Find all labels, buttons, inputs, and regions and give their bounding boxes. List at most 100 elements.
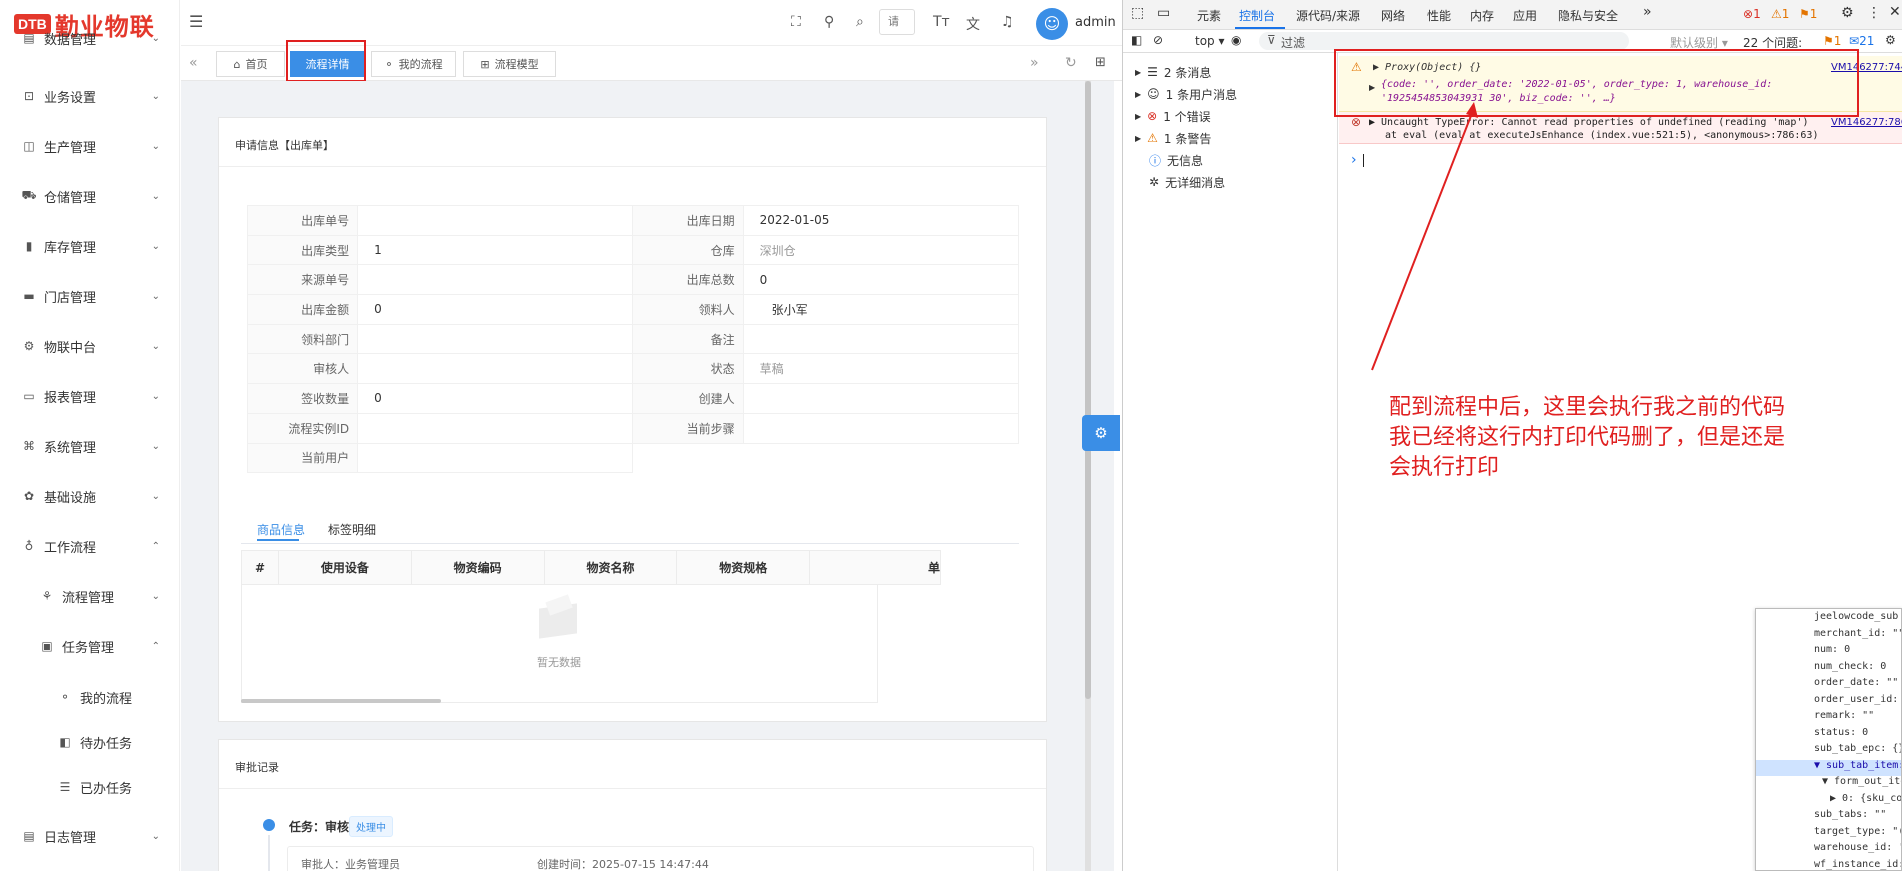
production-icon: ◫ xyxy=(23,139,35,153)
search-icon[interactable]: ⌕ xyxy=(856,14,864,30)
sidebar-item-data[interactable]: ▤ 数据管理 ⌄ xyxy=(0,28,179,48)
more-options-icon[interactable]: ⋮ xyxy=(1867,5,1881,21)
field-label: 出库类型 xyxy=(246,234,359,266)
filter-messages[interactable]: ▶ ☰ 2 条消息 xyxy=(1135,62,1211,82)
field-value xyxy=(357,264,634,296)
sidebar-item-my-flow[interactable]: ⚬ 我的流程 xyxy=(0,677,179,717)
sidebar-item-store[interactable]: ▬ 门店管理 ⌄ xyxy=(0,276,179,316)
username[interactable]: admin xyxy=(1075,15,1116,30)
font-size-icon[interactable]: Tт xyxy=(933,14,950,30)
clear-console-icon[interactable]: ⊘ xyxy=(1153,33,1163,47)
expand-icon: ▶ xyxy=(1135,89,1142,99)
tab-flow-model[interactable]: ⊞ 流程模型 xyxy=(463,51,556,77)
devtools-tab-memory[interactable]: 内存 xyxy=(1470,7,1494,24)
context-select[interactable]: top ▾ xyxy=(1195,34,1225,48)
filter-user-messages[interactable]: ▶ ☺ 1 条用户消息 xyxy=(1135,84,1237,104)
filter-verbose[interactable]: ✲ 无详细消息 xyxy=(1149,172,1225,192)
inspect-icon[interactable]: ⬚ xyxy=(1131,5,1144,21)
approver: 审批人：业务管理员 xyxy=(301,858,400,871)
sidebar-item-label: 报表管理 xyxy=(44,390,97,406)
property-line: order_date: "" xyxy=(1814,677,1899,688)
bell-icon[interactable]: ♫ xyxy=(1001,14,1014,30)
sidebar-item-task-manage[interactable]: ▣ 任务管理 ⌃ xyxy=(0,626,179,666)
translate-icon[interactable]: 文 xyxy=(966,14,980,34)
sidebar-toggle-icon[interactable]: ◧ xyxy=(1131,33,1142,47)
tab-goods-info[interactable]: 商品信息 xyxy=(257,521,305,538)
issues-error-count: 1 xyxy=(1833,34,1842,48)
tab-label-detail[interactable]: 标签明细 xyxy=(328,521,376,538)
devtools-tab-performance[interactable]: 性能 xyxy=(1427,7,1451,24)
gear-icon[interactable]: ⚙ xyxy=(1841,5,1854,21)
sidebar-item-infra[interactable]: ✿ 基础设施 ⌄ xyxy=(0,476,179,516)
sidebar-item-log[interactable]: ▤ 日志管理 ⌄ xyxy=(0,816,179,856)
devtools-tab-application[interactable]: 应用 xyxy=(1513,7,1537,24)
error-count-badge: ⊗1 xyxy=(1743,7,1761,21)
field-label: 仓库 xyxy=(632,234,744,266)
field-value xyxy=(357,412,634,444)
filter-warnings[interactable]: ▶ ⚠ 1 条警告 xyxy=(1135,128,1211,148)
field-value: 0 xyxy=(357,294,634,325)
vertical-scrollbar[interactable] xyxy=(1085,81,1091,699)
sidebar-item-todo[interactable]: ◧ 待办任务 xyxy=(0,722,179,762)
sidebar-item-system[interactable]: ⌘ 系统管理 ⌄ xyxy=(0,426,179,466)
tab-home[interactable]: ⌂ 首页 xyxy=(216,51,285,77)
sidebar-item-label: 库存管理 xyxy=(44,240,97,256)
issues-info-badge[interactable]: ✉21 xyxy=(1849,34,1874,48)
settings-float-button[interactable]: ⚙ xyxy=(1082,415,1120,451)
close-icon[interactable]: ✕ xyxy=(1889,4,1901,20)
scroll-left-icon[interactable]: « xyxy=(189,55,198,71)
property-line-selected[interactable]: ▼ sub_tab_item: xyxy=(1756,759,1901,776)
grid-icon[interactable]: ⊞ xyxy=(1095,55,1106,70)
filter-label: 无详细消息 xyxy=(1165,175,1226,190)
scroll-right-icon[interactable]: » xyxy=(1030,55,1039,71)
sidebar-item-iot[interactable]: ⚙ 物联中台 ⌄ xyxy=(0,326,179,366)
gear-icon[interactable]: ⚙ xyxy=(1885,33,1896,47)
property-line[interactable]: ▼ form_out_ite xyxy=(1756,776,1901,793)
object-inspector-popup[interactable]: jeelowcode_sub merchant_id: "" num: 0 nu… xyxy=(1755,608,1902,871)
clean-icon[interactable]: ⚲ xyxy=(824,14,834,30)
sidebar-item-report[interactable]: ▭ 报表管理 ⌄ xyxy=(0,376,179,416)
source-link[interactable]: VM146277:786 xyxy=(1831,117,1902,128)
devtools-tab-network[interactable]: 网络 xyxy=(1381,7,1405,24)
log-level-value: 默认级别 xyxy=(1670,36,1719,50)
sidebar-item-flow-manage[interactable]: ⚘ 流程管理 ⌄ xyxy=(0,576,179,616)
empty-text: 暂无数据 xyxy=(537,656,581,669)
sidebar-item-production[interactable]: ◫ 生产管理 ⌄ xyxy=(0,126,179,166)
console-prompt[interactable]: › xyxy=(1351,152,1357,168)
sidebar-item-inventory[interactable]: ▮ 库存管理 ⌄ xyxy=(0,226,179,266)
sidebar-item-workflow[interactable]: ♁ 工作流程 ⌃ xyxy=(0,526,179,566)
devtools-tab-sources[interactable]: 源代码/来源 xyxy=(1296,7,1360,24)
column-header: 单 xyxy=(809,550,941,585)
sidebar-item-label: 日志管理 xyxy=(44,830,97,846)
devtools-tab-privacy[interactable]: 隐私与安全 xyxy=(1558,7,1618,24)
filter-info[interactable]: ⓘ 无信息 xyxy=(1149,150,1203,170)
console-filter-input[interactable]: ⊽ 过滤 xyxy=(1259,32,1629,50)
menu-toggle-icon[interactable]: ☰ xyxy=(189,12,203,31)
sidebar-item-warehouse[interactable]: ⛟ 仓储管理 ⌄ xyxy=(0,176,179,216)
settings-icon: ⊡ xyxy=(23,89,35,103)
sidebar-item-label: 物联中台 xyxy=(44,340,97,356)
eye-icon[interactable]: ◉ xyxy=(1231,33,1241,47)
sidebar-item-label: 我的流程 xyxy=(80,691,133,707)
filter-errors[interactable]: ▶ ⊗ 1 个错误 xyxy=(1135,106,1211,126)
refresh-icon[interactable]: ↻ xyxy=(1065,55,1077,71)
devtools-tabs: ⬚ ▭ 元素 控制台 源代码/来源 网络 性能 内存 应用 隐私与安全 » ⊗1… xyxy=(1123,0,1902,30)
search-input[interactable] xyxy=(879,9,915,35)
property-line[interactable]: ▶ 0: {sku_co xyxy=(1756,793,1901,810)
chevron-down-icon: ⌄ xyxy=(151,290,160,302)
issues-error-badge[interactable]: ⚑1 xyxy=(1823,34,1841,48)
fullscreen-icon[interactable]: ⛶ xyxy=(791,14,801,30)
devtools-tab-console[interactable]: 控制台 xyxy=(1239,7,1275,24)
tab-my-flow[interactable]: ⚬ 我的流程 xyxy=(371,51,456,77)
horizontal-scrollbar[interactable] xyxy=(241,699,441,703)
sidebar-item-business-settings[interactable]: ⊡ 业务设置 ⌄ xyxy=(0,76,179,116)
sidebar-item-done[interactable]: ☰ 已办任务 xyxy=(0,767,179,807)
active-tab-indicator xyxy=(257,539,299,541)
avatar[interactable]: ☺ xyxy=(1036,8,1068,40)
more-tabs-icon[interactable]: » xyxy=(1643,4,1652,20)
apply-title: 申请信息【出库单】 xyxy=(235,139,334,152)
devtools-tab-elements[interactable]: 元素 xyxy=(1197,7,1221,24)
grid-icon: ⌘ xyxy=(23,439,35,453)
device-icon[interactable]: ▭ xyxy=(1157,5,1170,21)
home-icon: ⌂ xyxy=(233,57,241,71)
